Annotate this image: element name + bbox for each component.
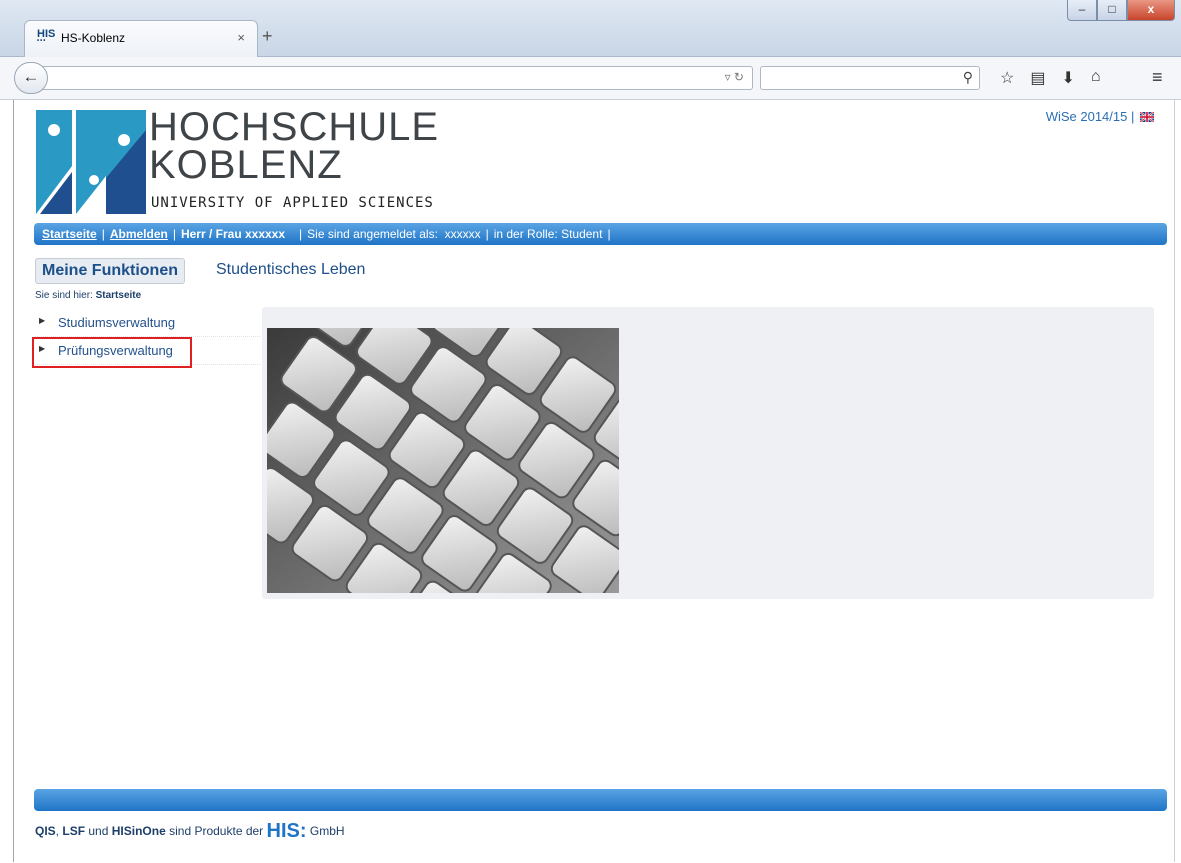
logged-in-value: xxxxxx [444,227,481,241]
logged-in-label: Sie sind angemeldet als: [307,227,438,241]
reload-icon[interactable]: ▿ ↻ [725,70,744,84]
breadcrumb-current: Startseite [95,290,142,301]
footer-bar [34,789,1167,811]
close-window-button[interactable]: x [1127,0,1175,21]
browser-navbar: ▿ ↻ ← ⚲ ☆ ▤ ⬇ ⌂ ≡ [0,57,1181,100]
hisinone-link[interactable]: HISinOne [112,824,166,838]
home-link[interactable]: Startseite [42,227,97,241]
tab-title: HS-Koblenz [61,31,126,45]
uk-flag-icon[interactable] [1140,112,1154,122]
footer-text: QIS, LSF und HISinOne sind Produkte der … [35,820,345,842]
minimize-button[interactable]: – [1067,0,1097,21]
back-button[interactable]: ← [14,62,48,94]
content-panel [262,307,1154,599]
logo-title-line1: HOCHSCHULE [149,105,440,149]
url-bar[interactable]: ▿ ↻ [34,66,753,90]
home-icon[interactable]: ⌂ [1091,68,1101,88]
breadcrumb: Sie sind hier: Startseite [35,290,142,301]
his-logo[interactable]: HIS: [267,820,307,842]
his-favicon-icon: HIS ••• [37,28,56,45]
logo-title-line2: KOBLENZ [149,143,343,187]
menu-icon[interactable]: ≡ [1152,67,1163,88]
arrow-right-icon: ▶ [39,316,46,325]
keyboard-image [267,328,619,593]
sidebar-item-label[interactable]: Studiumsverwaltung [58,315,175,330]
tab-meine-funktionen[interactable]: Meine Funktionen [35,258,185,284]
top-nav-bar: Startseite | Abmelden | Herr / Frau xxxxxx | S… [34,223,1167,245]
lsf-link[interactable]: LSF [62,824,85,838]
star-icon[interactable]: ☆ [1000,68,1014,88]
new-tab-button[interactable]: + [262,26,273,47]
qis-link[interactable]: QIS [35,824,56,838]
sidebar-item-studiumsverwaltung[interactable]: ▶ Studiumsverwaltung [35,310,260,337]
search-input[interactable]: ⚲ [760,66,980,90]
browser-tab[interactable]: HIS ••• HS-Koblenz × [24,20,258,57]
role-label: in der Rolle: Student [493,227,603,241]
page-content: HOCHSCHULE KOBLENZ UNIVERSITY OF APPLIED… [13,100,1175,862]
highlight-box [32,337,192,368]
tab-studentisches-leben[interactable]: Studentisches Leben [216,261,365,279]
browser-titlebar: HIS ••• HS-Koblenz × + – □ x [0,0,1181,57]
semester-selector[interactable]: WiSe 2014/15 | [1046,109,1154,124]
reading-list-icon[interactable]: ▤ [1030,68,1045,88]
download-icon[interactable]: ⬇ [1061,68,1074,88]
toolbar-icons: ☆ ▤ ⬇ ⌂ [1000,68,1101,88]
maximize-button[interactable]: □ [1097,0,1127,21]
logo-subtitle: UNIVERSITY OF APPLIED SCIENCES [151,195,434,211]
tab-close-icon[interactable]: × [237,30,245,45]
back-icon: ← [22,67,40,86]
search-icon[interactable]: ⚲ [963,69,973,86]
user-name: Herr / Frau xxxxxx [180,227,286,241]
hochschule-logo [36,110,146,214]
semester-label[interactable]: WiSe 2014/15 [1046,109,1128,124]
window-controls: – □ x [1067,0,1175,22]
logout-link[interactable]: Abmelden [110,227,168,241]
